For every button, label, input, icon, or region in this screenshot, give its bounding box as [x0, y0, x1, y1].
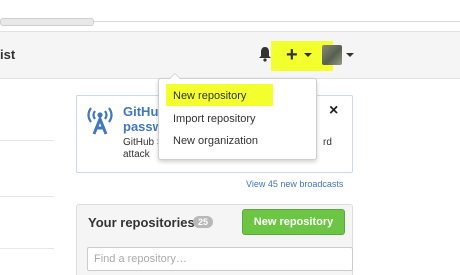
header-left-text[interactable]: ist: [0, 47, 15, 62]
menu-pointer-inner: [170, 74, 180, 79]
browser-top-strip: [0, 0, 460, 30]
bell-icon[interactable]: [258, 46, 272, 62]
new-repository-button[interactable]: New repository: [242, 209, 345, 235]
menu-item-new-repository[interactable]: New repository: [173, 90, 246, 102]
avatar-chevron-down-icon[interactable]: [346, 53, 354, 57]
create-new-dropdown-menu: New repository Import repository New org…: [158, 73, 317, 160]
horizontal-scrollbar-thumb[interactable]: [0, 18, 94, 26]
repositories-count-badge: 25: [193, 216, 214, 228]
menu-item-import-repository[interactable]: Import repository: [173, 113, 256, 125]
plus-icon: +: [286, 44, 298, 66]
repositories-panel: Your repositories 25 New repository: [76, 204, 353, 275]
find-repository-input[interactable]: [87, 247, 353, 271]
repositories-heading: Your repositories: [88, 215, 195, 230]
broadcast-icon: [87, 107, 113, 135]
chevron-down-icon: [304, 53, 312, 57]
avatar[interactable]: [322, 45, 342, 65]
site-header: ist: [0, 31, 460, 79]
menu-item-new-organization[interactable]: New organization: [173, 135, 258, 147]
close-icon[interactable]: ×: [329, 102, 338, 120]
view-broadcasts-link[interactable]: View 45 new broadcasts: [246, 179, 343, 189]
broadcast-body-line1-end: rd: [323, 137, 332, 148]
